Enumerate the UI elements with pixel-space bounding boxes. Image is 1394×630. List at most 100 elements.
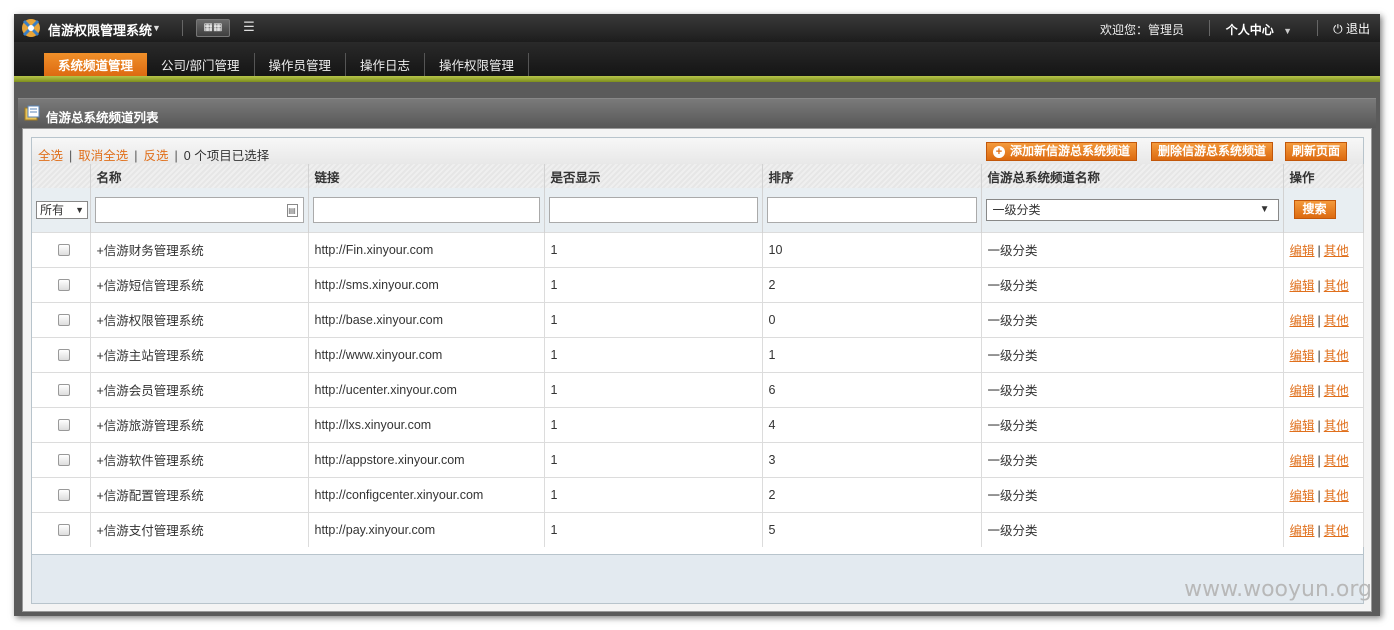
category-cell: 一级分类 (981, 406, 1284, 442)
sort-cell: 2 (762, 266, 982, 302)
row-checkbox[interactable] (57, 348, 70, 361)
add-channel-button[interactable]: + 添加新信游总系统频道 (986, 142, 1138, 161)
logout-button[interactable]: ⏻ 退出 (1333, 20, 1370, 37)
welcome-text: 欢迎您：管理员 (1099, 23, 1184, 37)
sort-cell: 5 (762, 511, 982, 547)
other-link[interactable]: 其他 (1324, 419, 1349, 433)
edit-link[interactable]: 编辑 (1290, 349, 1315, 363)
row-select-cell (32, 441, 91, 477)
show-cell: 1 (544, 336, 763, 372)
column-header-channel-name[interactable]: 信游总系统频道名称 (981, 164, 1284, 188)
row-checkbox[interactable] (57, 453, 70, 466)
edit-link[interactable]: 编辑 (1290, 524, 1315, 538)
show-cell: 1 (544, 231, 763, 267)
category-cell: 一级分类 (981, 301, 1284, 337)
separator: | (134, 149, 138, 163)
other-link[interactable]: 其他 (1324, 244, 1349, 258)
grid-toolbar: 全选 | 取消全选 | 反选 | 0 个项目已选择 + 添加新信游总系统频道 删除信游总系统频… (32, 138, 1363, 164)
select-all-link[interactable]: 全选 (38, 149, 63, 163)
separator: | (69, 149, 73, 163)
column-header-actions: 操作 (1283, 164, 1364, 188)
sort-cell: 10 (762, 231, 982, 267)
name-filter-input[interactable]: ▤ (94, 196, 304, 223)
watermark: www.wooyun.org (1184, 577, 1372, 602)
table-row: +信游会员管理系统 http://ucenter.xinyour.com 1 6 一级分… (32, 371, 1364, 407)
separator: | (1317, 489, 1321, 503)
list-folder-icon (24, 105, 40, 121)
add-channel-label: 添加新信游总系统频道 (1010, 144, 1131, 158)
main-nav: 系统频道管理 公司/部门管理 操作员管理 操作日志 操作权限管理 (14, 42, 1380, 82)
row-checkbox[interactable] (57, 383, 70, 396)
column-header-name[interactable]: 名称 (90, 164, 309, 188)
sort-filter-input[interactable] (766, 196, 977, 223)
row-checkbox[interactable] (57, 243, 70, 256)
row-checkbox[interactable] (57, 313, 70, 326)
category-cell: 一级分类 (981, 266, 1284, 302)
contact-card-icon[interactable]: ▤ (286, 203, 298, 217)
divider (182, 20, 183, 36)
row-checkbox[interactable] (57, 278, 70, 291)
other-link[interactable]: 其他 (1324, 314, 1349, 328)
link-cell: http://www.xinyour.com (308, 336, 545, 372)
grid-view-icon[interactable]: ▦▦ (196, 19, 230, 37)
row-checkbox[interactable] (57, 523, 70, 536)
other-link[interactable]: 其他 (1324, 349, 1349, 363)
dropdown-arrow-icon: ▼ (75, 204, 84, 215)
invert-selection-link[interactable]: 反选 (144, 149, 169, 163)
category-filter-value: 一级分类 (992, 202, 1041, 217)
row-checkbox[interactable] (57, 488, 70, 501)
name-cell: +信游权限管理系统 (90, 301, 309, 337)
row-select-cell (32, 476, 91, 512)
channel-table: 名称 链接 是否显示 排序 信游总系统频道名称 操作 所有 ▼ ▤ 一级分类 ▼… (32, 164, 1364, 547)
edit-link[interactable]: 编辑 (1290, 244, 1315, 258)
category-filter-select[interactable]: 一级分类 ▼ (985, 198, 1279, 221)
personal-center-menu[interactable]: 个人中心 ▼ (1226, 21, 1292, 38)
other-link[interactable]: 其他 (1324, 384, 1349, 398)
separator: | (1317, 314, 1321, 328)
column-header-sort[interactable]: 排序 (762, 164, 982, 188)
logout-label: 退出 (1345, 22, 1370, 36)
column-header-link[interactable]: 链接 (308, 164, 545, 188)
refresh-page-button[interactable]: 刷新页面 (1285, 142, 1348, 161)
chevron-down-icon[interactable]: ▼ (152, 23, 161, 33)
search-button[interactable]: 搜索 (1293, 200, 1336, 220)
show-cell: 1 (544, 406, 763, 442)
category-cell: 一级分类 (981, 231, 1284, 267)
show-cell: 1 (544, 371, 763, 407)
edit-link[interactable]: 编辑 (1290, 419, 1315, 433)
table-body: +信游财务管理系统 http://Fin.xinyour.com 1 10 一级分类 编辑… (32, 231, 1364, 547)
show-cell: 1 (544, 266, 763, 302)
app-title-menu[interactable]: 信游权限管理系统 (48, 20, 152, 39)
panel-header: 信游总系统频道列表 (18, 98, 1376, 128)
row-select-cell (32, 371, 91, 407)
cancel-all-link[interactable]: 取消全选 (78, 149, 128, 163)
name-cell: +信游短信管理系统 (90, 266, 309, 302)
edit-link[interactable]: 编辑 (1290, 384, 1315, 398)
other-link[interactable]: 其他 (1324, 489, 1349, 503)
link-cell: http://sms.xinyour.com (308, 266, 545, 302)
dropdown-arrow-icon: ▼ (1259, 203, 1270, 215)
name-cell: +信游软件管理系统 (90, 441, 309, 477)
other-link[interactable]: 其他 (1324, 279, 1349, 293)
edit-link[interactable]: 编辑 (1290, 454, 1315, 468)
app-logo-icon (22, 19, 40, 37)
sort-cell: 6 (762, 371, 982, 407)
filter-all-select[interactable]: 所有 ▼ (36, 200, 88, 219)
list-view-icon[interactable]: ☰ (240, 19, 258, 37)
sort-cell: 4 (762, 406, 982, 442)
edit-link[interactable]: 编辑 (1290, 279, 1315, 293)
edit-link[interactable]: 编辑 (1290, 314, 1315, 328)
show-filter-input[interactable] (548, 196, 758, 223)
link-filter-input[interactable] (312, 196, 540, 223)
actions-cell: 编辑 | 其他 (1283, 511, 1364, 547)
other-link[interactable]: 其他 (1324, 454, 1349, 468)
separator: | (1317, 524, 1321, 539)
column-header-show[interactable]: 是否显示 (544, 164, 763, 188)
other-link[interactable]: 其他 (1324, 524, 1349, 538)
separator: | (1317, 454, 1321, 468)
delete-channel-button[interactable]: 删除信游总系统频道 (1151, 142, 1274, 161)
separator: | (1317, 349, 1321, 363)
edit-link[interactable]: 编辑 (1290, 489, 1315, 503)
name-cell: +信游配置管理系统 (90, 476, 309, 512)
row-checkbox[interactable] (57, 418, 70, 431)
